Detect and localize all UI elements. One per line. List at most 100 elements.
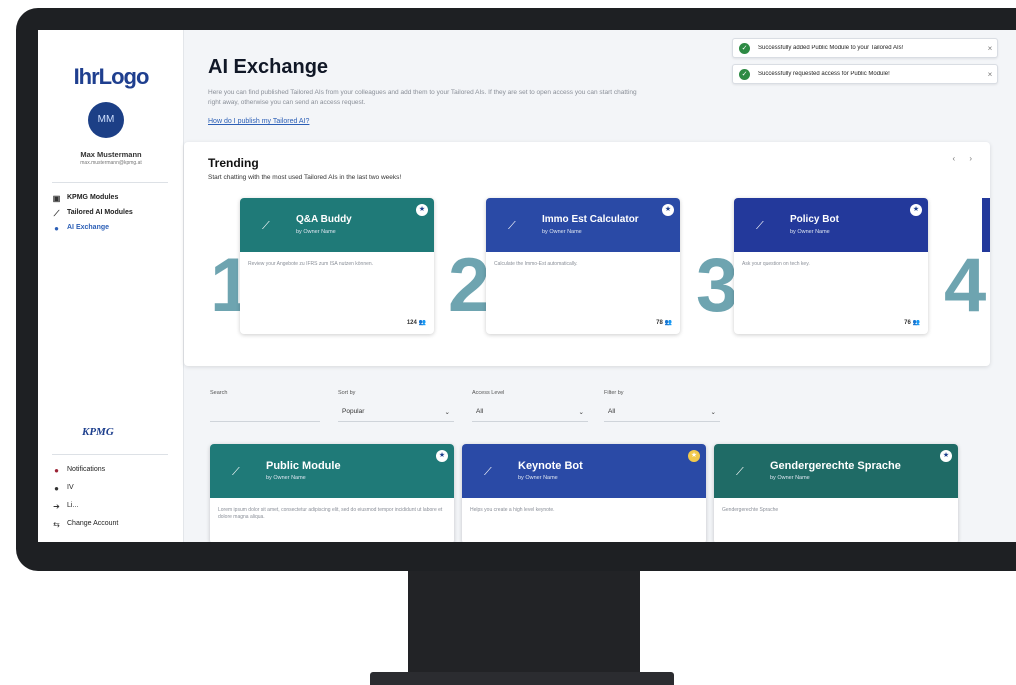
sidebar-item-ai-exchange[interactable]: ● AI Exchange xyxy=(52,224,172,233)
magic-wand-icon: ⟋ xyxy=(508,220,516,232)
wand-icon: ⟋ xyxy=(53,209,60,218)
sidebar-item-label: Change Account xyxy=(67,520,119,527)
access-filter: Access Level All ⌄ xyxy=(472,390,588,422)
users-icon: 👥 xyxy=(664,320,672,326)
favorite-star-icon[interactable]: ★ xyxy=(940,450,952,462)
sidebar-item-logout[interactable]: ➔ Li... xyxy=(52,502,172,511)
sidebar-item-label: Notifications xyxy=(67,466,106,473)
module-card-gendergerechte[interactable]: ⟋ Gendergerechte Sprache by Owner Name ★… xyxy=(714,444,958,542)
card-header: ⟋ Gendergerechte Sprache by Owner Name ★ xyxy=(714,444,958,498)
favorite-star-icon[interactable]: ★ xyxy=(910,204,922,216)
favorite-star-icon[interactable]: ★ xyxy=(416,204,428,216)
filterby-select[interactable]: All ⌄ xyxy=(604,402,720,422)
card-title: Public Module xyxy=(266,460,341,472)
users-icon: 👥 xyxy=(912,320,920,326)
card-title: Gendergerechte Sprache xyxy=(770,460,901,472)
sidebar-item-kpmg-modules[interactable]: ▣ KPMG Modules xyxy=(52,194,172,203)
trending-card-qa-buddy[interactable]: ⟋ Q&A Buddy by Owner Name ★ Review your … xyxy=(240,198,434,334)
sidebar-bottom-nav: ● Notifications ● IV ➔ Li... ⇆ Change Ac… xyxy=(52,466,172,538)
favorite-star-icon[interactable]: ★ xyxy=(662,204,674,216)
access-select[interactable]: All ⌄ xyxy=(472,402,588,422)
magic-wand-icon: ⟋ xyxy=(484,466,492,478)
rank-number: 2 xyxy=(448,243,491,328)
module-card-keynote-bot[interactable]: ⟋ Keynote Bot by Owner Name ★ Helps you … xyxy=(462,444,706,542)
toast-message: Successfully added Public Module to your… xyxy=(758,45,904,51)
card-header: ⟋ Q&A Buddy by Owner Name ★ xyxy=(240,198,434,252)
search-input[interactable] xyxy=(210,402,320,422)
favorite-star-icon[interactable]: ★ xyxy=(688,450,700,462)
trending-subtitle: Start chatting with the most used Tailor… xyxy=(208,174,402,181)
sidebar-item-label: KPMG Modules xyxy=(67,194,119,201)
card-title: Keynote Bot xyxy=(518,460,583,472)
sidebar-item-label: AI Exchange xyxy=(67,224,110,231)
sidebar: IhrLogo MM Max Mustermann max.mustermann… xyxy=(38,30,184,542)
toast-success: ✓ Successfully requested access for Publ… xyxy=(732,64,998,84)
card-owner: by Owner Name xyxy=(790,229,830,235)
arrow-icon: ➔ xyxy=(53,502,60,511)
close-icon[interactable]: × xyxy=(983,44,997,53)
sidebar-divider xyxy=(52,182,168,183)
avatar[interactable]: MM xyxy=(88,102,124,138)
app-logo[interactable]: IhrLogo xyxy=(38,64,184,90)
filterby-filter: Filter by All ⌄ xyxy=(604,390,720,422)
card-description: Helps you create a high level keynote. xyxy=(470,507,555,513)
trending-card-next[interactable] xyxy=(982,198,990,252)
card-header: ⟋ Keynote Bot by Owner Name ★ xyxy=(462,444,706,498)
card-description: Ask your question on tech key. xyxy=(742,261,810,267)
card-title: Policy Bot xyxy=(790,214,839,225)
sidebar-item-tailored-ai[interactable]: ⟋ Tailored AI Modules xyxy=(52,209,172,218)
main-content: AI Exchange Here you can find published … xyxy=(184,30,1016,542)
magic-wand-icon: ⟋ xyxy=(232,466,240,478)
monitor-stand-base xyxy=(370,672,674,685)
bell-icon: ● xyxy=(54,466,59,475)
module-card-public-module[interactable]: ⟋ Public Module by Owner Name ★ Lorem ip… xyxy=(210,444,454,542)
rank-number: 4 xyxy=(944,243,987,328)
card-description: Calculate the Immo-Est automatically. xyxy=(494,261,578,267)
filter-bar: Search Sort by Popular ⌄ Access Level All… xyxy=(210,390,730,424)
card-description: Review your Angebote zu IFRS zum ISA nut… xyxy=(248,261,374,267)
user-email: max.mustermann@kpmg.at xyxy=(80,160,142,166)
card-owner: by Owner Name xyxy=(296,229,336,235)
rank-number: 3 xyxy=(696,243,739,328)
card-owner: by Owner Name xyxy=(770,475,810,481)
kpmg-brand-logo: KPMG xyxy=(82,426,114,438)
user-count: 78 👥 xyxy=(656,320,672,326)
carousel-arrows[interactable]: ‹ › xyxy=(952,154,978,163)
publish-help-link[interactable]: How do I publish my Tailored AI? xyxy=(208,118,309,125)
app-screen: IhrLogo MM Max Mustermann max.mustermann… xyxy=(38,30,1016,542)
trending-card-policy-bot[interactable]: ⟋ Policy Bot by Owner Name ★ Ask your qu… xyxy=(734,198,928,334)
chevron-down-icon: ⌄ xyxy=(710,408,716,416)
grid-icon: ▣ xyxy=(52,194,61,203)
card-owner: by Owner Name xyxy=(542,229,582,235)
user-count: 124 👥 xyxy=(406,320,426,326)
user-name: Max Mustermann xyxy=(80,150,142,159)
card-description: Lorem ipsum dolor sit amet, consectetur … xyxy=(218,507,443,520)
circle-icon: ● xyxy=(54,224,59,233)
user-count: 76 👥 xyxy=(904,320,920,326)
filter-label: Search xyxy=(210,390,228,396)
sort-select[interactable]: Popular ⌄ xyxy=(338,402,454,422)
card-owner: by Owner Name xyxy=(518,475,558,481)
filter-label: Sort by xyxy=(338,390,356,396)
page-description: Here you can find published Tailored AIs… xyxy=(208,89,637,106)
close-icon[interactable]: × xyxy=(983,70,997,79)
card-header: ⟋ Immo Est Calculator by Owner Name ★ xyxy=(486,198,680,252)
sidebar-item-label: IV xyxy=(67,484,74,491)
search-filter: Search xyxy=(210,390,320,422)
sidebar-item-change-account[interactable]: ⇆ Change Account xyxy=(52,520,172,529)
magic-wand-icon: ⟋ xyxy=(756,220,764,232)
trending-card-immo-est[interactable]: ⟋ Immo Est Calculator by Owner Name ★ Ca… xyxy=(486,198,680,334)
sidebar-item-label: Tailored AI Modules xyxy=(67,209,133,216)
trending-title: Trending xyxy=(208,156,259,170)
card-header: ⟋ Public Module by Owner Name ★ xyxy=(210,444,454,498)
sidebar-item-notifications[interactable]: ● Notifications xyxy=(52,466,172,475)
favorite-star-icon[interactable]: ★ xyxy=(436,450,448,462)
sidebar-divider xyxy=(52,454,168,455)
sidebar-item-language[interactable]: ● IV xyxy=(52,484,172,493)
trending-section: Trending Start chatting with the most us… xyxy=(184,142,990,366)
magic-wand-icon: ⟋ xyxy=(736,466,744,478)
toast-message: Successfully requested access for Public… xyxy=(758,71,890,77)
toast-success: ✓ Successfully added Public Module to yo… xyxy=(732,38,998,58)
chevron-down-icon: ⌄ xyxy=(444,408,450,416)
check-circle-icon: ✓ xyxy=(739,42,750,54)
